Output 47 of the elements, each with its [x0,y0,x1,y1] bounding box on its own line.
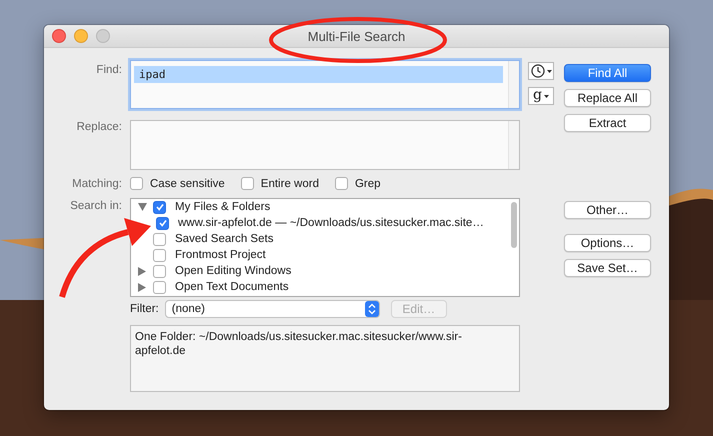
list-item-label[interactable]: www.sir-apfelot.de — ~/Downloads/us.sitesucker.mac.site… [178,217,484,229]
checkbox[interactable] [156,216,169,230]
action-button[interactable]: Replace All [564,89,651,107]
find-label: Find: [96,63,122,76]
checkbox[interactable] [153,248,166,262]
set-button[interactable]: Save Set… [564,259,651,277]
list-item-label[interactable]: Saved Search Sets [175,233,274,245]
history-button[interactable] [528,62,554,80]
caret-icon [546,70,552,72]
replace-label: Replace: [76,120,122,133]
zoom-icon[interactable] [96,29,110,43]
checkbox[interactable] [153,232,166,246]
option-label: Entire word [260,178,319,190]
disclosure-triangle-icon[interactable] [138,202,147,212]
checkbox[interactable] [153,280,166,294]
checkbox[interactable] [130,177,143,190]
list-item-label[interactable]: My Files & Folders [175,201,270,213]
option-label: Case sensitive [150,178,225,190]
action-button[interactable]: Extract [564,114,651,132]
up-down-arrows-icon [364,300,379,316]
set-button[interactable]: Options… [564,234,651,252]
find-field[interactable]: ipad [130,60,520,109]
caret-icon [544,94,549,98]
checkbox[interactable] [153,264,166,278]
minimize-icon[interactable] [74,29,88,43]
list-item-label[interactable]: Open Text Documents [175,281,289,293]
list-item-label[interactable]: Frontmost Project [175,249,266,261]
replace-field[interactable] [130,120,520,170]
checkbox[interactable] [153,200,166,214]
matching-label: Matching: [72,177,122,190]
search-in-label: Search in: [70,199,122,212]
filter-label: Filter: [130,302,159,314]
pattern-button[interactable]: g [528,87,554,105]
scrollbar-thumb[interactable] [511,202,517,248]
action-button[interactable]: Find All [564,64,651,82]
list-item-label[interactable]: Open Editing Windows [175,265,292,277]
option-label: Grep [354,178,381,190]
window-title: Multi-File Search [308,29,406,44]
close-icon[interactable] [52,29,66,43]
disclosure-triangle-icon[interactable] [138,282,147,292]
disclosure-triangle-icon[interactable] [138,266,147,276]
clock-icon [530,64,544,78]
description-text: One Folder: ~/Downloads/us.sitesucker.mac.sitesucker/www.sir-apfelot.de [130,325,520,392]
checkbox[interactable] [240,177,254,190]
filter-dropdown[interactable]: (none) [164,300,380,318]
set-button[interactable]: Other… [564,201,651,219]
checkbox[interactable] [334,177,348,190]
